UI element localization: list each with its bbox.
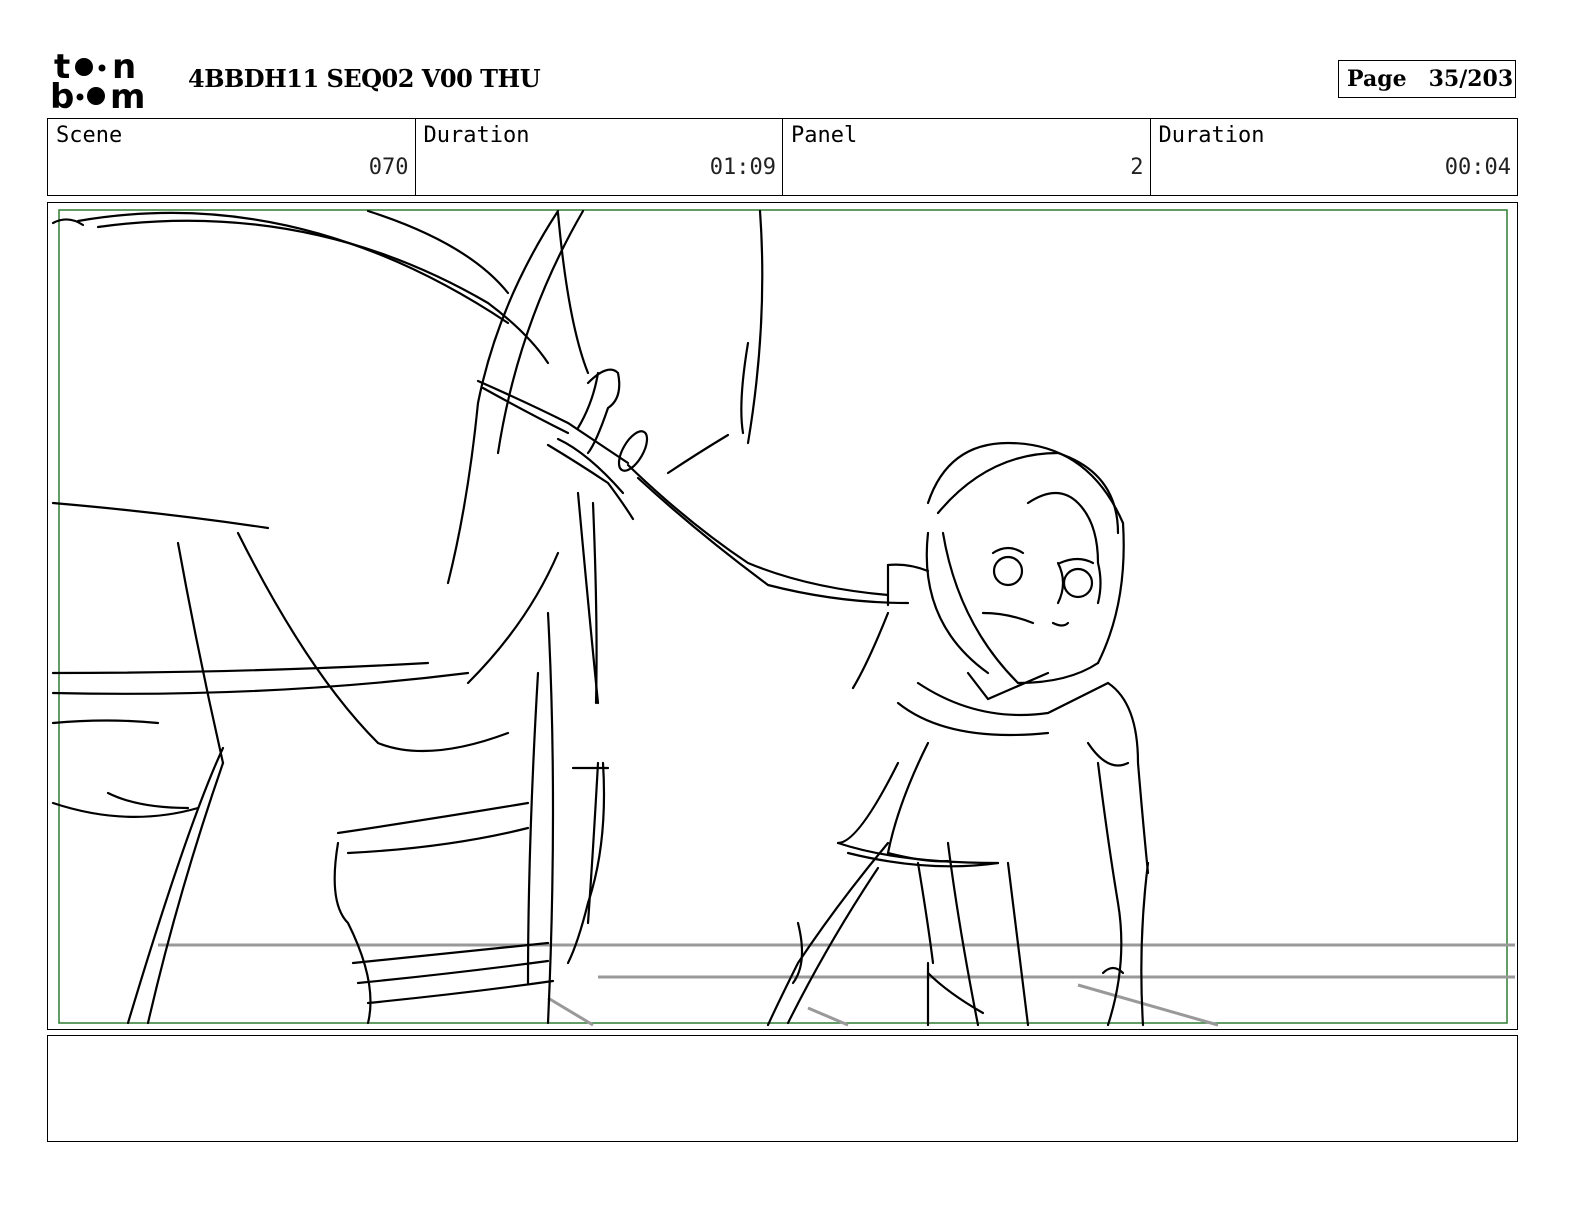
scene-cell: Scene 070 bbox=[48, 119, 416, 195]
page-label: Page bbox=[1347, 66, 1407, 92]
panel-sketch bbox=[51, 209, 1515, 1027]
panel-duration-cell: Duration 00:04 bbox=[1151, 119, 1518, 195]
page-number: 35/203 bbox=[1428, 66, 1514, 92]
scene-duration-label: Duration bbox=[423, 123, 530, 148]
scene-number: 070 bbox=[368, 155, 409, 180]
scene-duration-value: 01:09 bbox=[709, 155, 776, 180]
panel-cell: Panel 2 bbox=[783, 119, 1151, 195]
panel-label: Panel bbox=[791, 123, 858, 148]
scene-info-row: Scene 070 Duration 01:09 Panel 2 Duratio… bbox=[47, 118, 1518, 196]
panel-duration-label: Duration bbox=[1158, 123, 1265, 148]
girl-figure-sketch bbox=[626, 441, 1150, 1027]
toon-boom-logo: t n b m bbox=[50, 50, 145, 112]
panel-number: 2 bbox=[1130, 155, 1144, 180]
sword-sketch bbox=[476, 368, 730, 521]
document-title: 4BBDH11 SEQ02 V00 THU bbox=[188, 64, 541, 93]
page-indicator: Page 35/203 bbox=[1338, 60, 1516, 98]
storyboard-panel bbox=[47, 202, 1518, 1030]
left-figure-sketch bbox=[51, 209, 764, 1025]
svg-text:b: b bbox=[50, 77, 74, 112]
panel-duration-value: 00:04 bbox=[1444, 155, 1511, 180]
safe-frame bbox=[58, 209, 1508, 1024]
svg-text:m: m bbox=[110, 77, 145, 112]
notes-box bbox=[47, 1035, 1518, 1142]
scene-duration-cell: Duration 01:09 bbox=[416, 119, 783, 195]
scene-label: Scene bbox=[56, 123, 123, 148]
